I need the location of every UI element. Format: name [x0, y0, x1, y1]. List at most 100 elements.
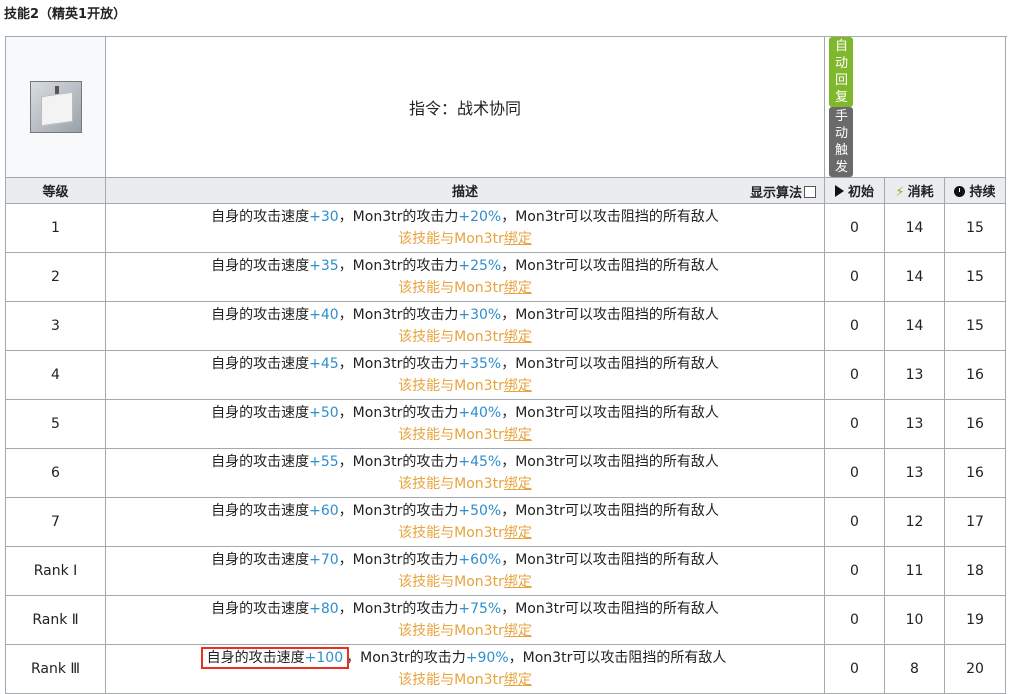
cost-cell: 14 [884, 252, 945, 302]
cost-value: 14 [905, 269, 924, 285]
effect-line: 自身的攻击速度+30，Mon3tr的攻击力+20%，Mon3tr可以攻击阻挡的所… [106, 206, 824, 228]
atk-speed-value: +35 [309, 258, 339, 274]
table-row: Rank Ⅱ 自身的攻击速度+80，Mon3tr的攻击力+75%，Mon3tr可… [5, 595, 1006, 645]
level-value: 3 [51, 318, 60, 334]
duration-value: 16 [966, 416, 984, 432]
duration-value: 15 [966, 269, 984, 285]
duration-value: 15 [966, 220, 984, 236]
atk-speed-value: +80 [309, 601, 339, 617]
separator: ， [338, 405, 353, 421]
cost-cell: 11 [884, 546, 945, 596]
bind-link[interactable]: 绑定 [504, 672, 532, 688]
bind-line: 该技能与Mon3tr绑定 [106, 228, 824, 250]
description-cell: 自身的攻击速度+40，Mon3tr的攻击力+30%，Mon3tr可以攻击阻挡的所… [105, 301, 825, 351]
duration-value: 20 [966, 661, 984, 677]
bind-prefix: 该技能与Mon3tr [398, 574, 504, 590]
skill-badges-cell: 自动回复 手动触发 [824, 36, 1006, 178]
bind-prefix: 该技能与Mon3tr [398, 672, 504, 688]
mon3tr-atk-value: +20% [458, 209, 502, 225]
bind-link[interactable]: 绑定 [504, 525, 532, 541]
level-value: 7 [51, 514, 60, 530]
show-formula-toggle[interactable]: 显示算法 [750, 182, 816, 201]
atk-speed-label: 自身的攻击速度 [206, 650, 305, 666]
initial-cell: 0 [824, 350, 885, 400]
duration-cell: 16 [944, 448, 1006, 498]
initial-value: 0 [850, 465, 859, 481]
cost-cell: 10 [884, 595, 945, 645]
bind-prefix: 该技能与Mon3tr [398, 280, 504, 296]
description-cell: 自身的攻击速度+50，Mon3tr的攻击力+40%，Mon3tr可以攻击阻挡的所… [105, 399, 825, 449]
description-cell: 自身的攻击速度+45，Mon3tr的攻击力+35%，Mon3tr可以攻击阻挡的所… [105, 350, 825, 400]
table-row: 5 自身的攻击速度+50，Mon3tr的攻击力+40%，Mon3tr可以攻击阻挡… [5, 399, 1006, 449]
duration-cell: 18 [944, 546, 1006, 596]
initial-value: 0 [850, 514, 859, 530]
description-cell: 自身的攻击速度+100 ，Mon3tr的攻击力+90%，Mon3tr可以攻击阻挡的… [105, 644, 825, 694]
atk-speed-text: 自身的攻击速度+60 [211, 503, 339, 519]
cost-cell: 14 [884, 301, 945, 351]
atk-speed-value: +55 [309, 454, 339, 470]
level-cell: 2 [5, 252, 106, 302]
atk-speed-label: 自身的攻击速度 [211, 307, 310, 323]
block-all-text: Mon3tr可以攻击阻挡的所有敌人 [515, 503, 719, 519]
atk-speed-label: 自身的攻击速度 [211, 405, 310, 421]
description-header-label: 描述 [451, 185, 478, 200]
cost-cell: 13 [884, 399, 945, 449]
block-all-text: Mon3tr可以攻击阻挡的所有敌人 [515, 307, 719, 323]
initial-cell: 0 [824, 252, 885, 302]
bind-link[interactable]: 绑定 [504, 476, 532, 492]
initial-value: 0 [850, 661, 859, 677]
bind-line: 该技能与Mon3tr绑定 [106, 522, 824, 544]
mon3tr-atk-value: +60% [458, 552, 502, 568]
show-formula-checkbox[interactable] [804, 186, 816, 198]
bind-link[interactable]: 绑定 [504, 280, 532, 296]
atk-speed-label: 自身的攻击速度 [211, 454, 310, 470]
level-cell: Rank Ⅱ [5, 595, 106, 645]
level-header: 等级 [5, 177, 106, 204]
mon3tr-atk-label: Mon3tr的攻击力 [352, 356, 459, 372]
separator: ， [338, 601, 353, 617]
initial-cell: 0 [824, 203, 885, 253]
bind-prefix: 该技能与Mon3tr [398, 623, 504, 639]
level-cell: Rank Ⅲ [5, 644, 106, 694]
block-all-text: Mon3tr可以攻击阻挡的所有敌人 [515, 258, 719, 274]
mon3tr-atk-value: +90% [465, 650, 509, 666]
cost-value: 13 [905, 367, 924, 383]
duration-cell: 19 [944, 595, 1006, 645]
recovery-type-badge: 自动回复 [829, 37, 853, 107]
mon3tr-atk-label: Mon3tr的攻击力 [352, 552, 459, 568]
description-header: 描述 显示算法 [105, 177, 825, 204]
separator: ， [338, 552, 353, 568]
bind-line: 该技能与Mon3tr绑定 [106, 571, 824, 593]
description-cell: 自身的攻击速度+70，Mon3tr的攻击力+60%，Mon3tr可以攻击阻挡的所… [105, 546, 825, 596]
mon3tr-atk-label: Mon3tr的攻击力 [360, 650, 466, 666]
bind-link[interactable]: 绑定 [504, 427, 532, 443]
mon3tr-atk-label: Mon3tr的攻击力 [352, 601, 459, 617]
duration-cell: 15 [944, 203, 1006, 253]
show-formula-label: 显示算法 [749, 186, 802, 201]
lightning-icon: ⚡ [895, 185, 905, 200]
cost-value: 11 [905, 563, 924, 579]
description-cell: 自身的攻击速度+80，Mon3tr的攻击力+75%，Mon3tr可以攻击阻挡的所… [105, 595, 825, 645]
initial-value: 0 [850, 416, 859, 432]
separator: ， [501, 405, 516, 421]
atk-speed-text: 自身的攻击速度+30 [211, 209, 339, 225]
atk-speed-value: +50 [309, 405, 339, 421]
bind-link[interactable]: 绑定 [504, 623, 532, 639]
duration-value: 16 [966, 465, 984, 481]
atk-speed-label: 自身的攻击速度 [211, 503, 310, 519]
atk-speed-text: 自身的攻击速度+50 [211, 405, 339, 421]
bind-link[interactable]: 绑定 [504, 574, 532, 590]
atk-speed-text: 自身的攻击速度+55 [211, 454, 339, 470]
bind-link[interactable]: 绑定 [504, 378, 532, 394]
atk-speed-label: 自身的攻击速度 [211, 552, 310, 568]
bind-link[interactable]: 绑定 [504, 231, 532, 247]
table-row: 1 自身的攻击速度+30，Mon3tr的攻击力+20%，Mon3tr可以攻击阻挡… [5, 203, 1006, 253]
atk-speed-label: 自身的攻击速度 [211, 601, 310, 617]
effect-line: 自身的攻击速度+80，Mon3tr的攻击力+75%，Mon3tr可以攻击阻挡的所… [106, 598, 824, 620]
atk-speed-value: +40 [309, 307, 339, 323]
level-cell: 5 [5, 399, 106, 449]
table-row: 4 自身的攻击速度+45，Mon3tr的攻击力+35%，Mon3tr可以攻击阻挡… [5, 350, 1006, 400]
bind-link[interactable]: 绑定 [504, 329, 532, 345]
mon3tr-atk-value: +40% [458, 405, 502, 421]
separator: ， [338, 356, 353, 372]
